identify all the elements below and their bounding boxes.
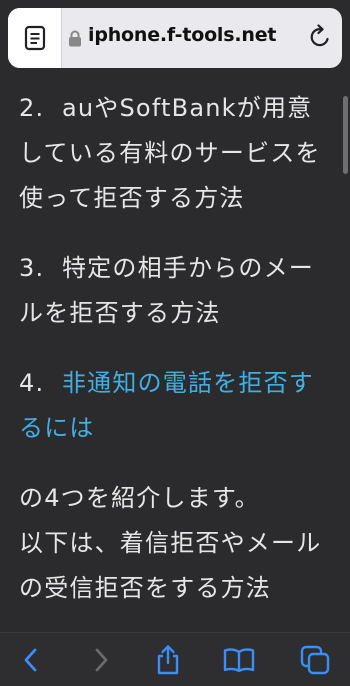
- list-item-number: 4.: [19, 369, 45, 397]
- page-content: 2. auやSoftBankが用意している有料のサービスを使って拒否する方法 3…: [0, 84, 350, 632]
- lock-icon: [69, 30, 81, 47]
- forward-icon: [95, 648, 108, 672]
- url-text[interactable]: iphone.f-tools.net: [88, 24, 276, 46]
- safari-bottom-toolbar: [0, 632, 350, 686]
- address-bar[interactable]: iphone.f-tools.net: [8, 8, 342, 68]
- reader-mode-icon: [24, 25, 45, 51]
- safari-top-bar: iphone.f-tools.net: [0, 0, 350, 84]
- scrollbar-thumb[interactable]: [343, 96, 348, 174]
- bookmarks-icon: [223, 648, 255, 673]
- bookmarks-button[interactable]: [222, 643, 256, 677]
- reload-icon[interactable]: [308, 24, 332, 50]
- list-item-4: 4. 非通知の電話を拒否するには: [19, 361, 334, 451]
- list-item-2: 2. auやSoftBankが用意している有料のサービスを使って拒否する方法: [19, 86, 334, 221]
- list-item-number: 2.: [19, 94, 45, 122]
- reader-mode-button[interactable]: [8, 8, 62, 68]
- list-item-3: 3. 特定の相手からのメールを拒否する方法: [19, 246, 334, 336]
- anonymous-call-link[interactable]: 非通知の電話を拒否するには: [19, 369, 314, 442]
- back-button[interactable]: [14, 643, 48, 677]
- tabs-icon: [300, 645, 330, 675]
- closing-line-2: 以下は、着信拒否やメールの受信拒否をする方法: [19, 529, 322, 602]
- share-button[interactable]: [151, 643, 185, 677]
- closing-paragraph: の4つを紹介します。 以下は、着信拒否やメールの受信拒否をする方法: [19, 476, 334, 611]
- list-item-text: auやSoftBankが用意している有料のサービスを使って拒否する方法: [19, 94, 321, 212]
- back-icon: [24, 648, 37, 672]
- share-icon: [157, 645, 179, 675]
- closing-line-1: の4つを紹介します。: [19, 484, 260, 512]
- list-item-number: 3.: [19, 254, 45, 282]
- tabs-button[interactable]: [298, 643, 332, 677]
- forward-button[interactable]: [84, 643, 118, 677]
- list-item-text: 特定の相手からのメールを拒否する方法: [19, 254, 314, 327]
